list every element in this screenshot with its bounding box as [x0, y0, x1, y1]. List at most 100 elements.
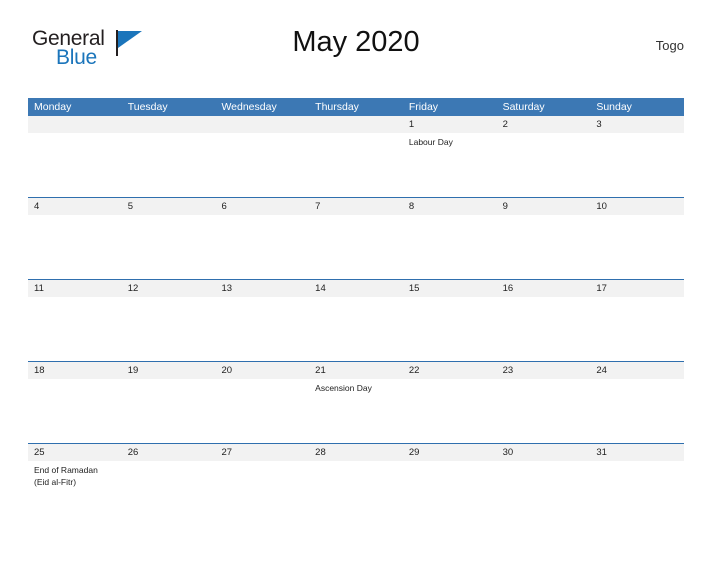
day-number[interactable]: 31 — [590, 444, 684, 461]
day-cell-empty — [590, 379, 684, 443]
day-number[interactable]: 20 — [215, 362, 309, 379]
day-cell-empty — [497, 215, 591, 279]
day-number[interactable]: 6 — [215, 198, 309, 215]
calendar-weekday-header: Monday Tuesday Wednesday Thursday Friday… — [28, 98, 684, 116]
day-cell-empty — [403, 297, 497, 361]
day-cell-empty — [497, 461, 591, 525]
day-cell-empty — [28, 379, 122, 443]
day-events[interactable]: Ascension Day — [309, 379, 403, 443]
day-cell-empty — [215, 215, 309, 279]
day-number-empty — [28, 116, 122, 133]
day-number[interactable]: 10 — [590, 198, 684, 215]
week-event-band: Ascension Day — [28, 379, 684, 443]
week-date-band: 25 26 27 28 29 30 31 — [28, 444, 684, 461]
event-label: Labour Day — [408, 137, 453, 147]
weekday-tuesday: Tuesday — [127, 101, 168, 113]
weekday-saturday: Saturday — [502, 101, 545, 113]
day-number[interactable]: 18 — [28, 362, 122, 379]
day-number[interactable]: 3 — [590, 116, 684, 133]
day-number[interactable]: 7 — [309, 198, 403, 215]
day-cell-empty — [215, 379, 309, 443]
day-number[interactable]: 8 — [403, 198, 497, 215]
week-date-band: 18 19 20 21 22 23 24 — [28, 362, 684, 379]
weekday-monday: Monday — [34, 101, 72, 113]
day-number[interactable]: 17 — [590, 280, 684, 297]
week-event-band: End of Ramadan (Eid al-Fitr) — [28, 461, 684, 525]
day-number[interactable]: 21 — [309, 362, 403, 379]
day-number[interactable]: 5 — [122, 198, 216, 215]
calendar-weeks: 1 2 3 Labour Day 4 5 6 7 8 9 10 11 12 13 14 15 16 17 18 19 2… — [28, 116, 684, 525]
event-label: (Eid al-Fitr) — [34, 477, 77, 487]
calendar-week-row: 18 19 20 21 22 23 24 Ascension Day — [28, 361, 684, 443]
day-cell-empty — [497, 379, 591, 443]
day-cell-empty — [497, 297, 591, 361]
day-cell-empty — [497, 133, 591, 197]
week-date-band: 123 — [28, 116, 684, 133]
day-number[interactable]: 11 — [28, 280, 122, 297]
day-cell-empty — [215, 461, 309, 525]
country-label: Togo — [655, 38, 684, 53]
day-number-empty — [309, 116, 403, 133]
page-title: May 2020 — [292, 26, 420, 58]
week-event-band — [28, 215, 684, 279]
day-cell-empty — [309, 461, 403, 525]
day-cell-empty — [309, 133, 403, 197]
day-cell-empty — [122, 215, 216, 279]
weekday-sunday: Sunday — [596, 101, 632, 113]
day-cell-empty — [122, 297, 216, 361]
week-date-band: 11 12 13 14 15 16 17 — [28, 280, 684, 297]
day-number-empty — [215, 116, 309, 133]
day-cell-empty — [28, 215, 122, 279]
week-date-band: 4 5 6 7 8 9 10 — [28, 198, 684, 215]
day-cell-empty — [590, 133, 684, 197]
day-cell-empty — [403, 379, 497, 443]
day-events[interactable]: End of Ramadan (Eid al-Fitr) — [28, 461, 122, 525]
day-number[interactable]: 14 — [309, 280, 403, 297]
day-number[interactable]: 13 — [215, 280, 309, 297]
day-number[interactable]: 23 — [497, 362, 591, 379]
day-number[interactable]: 15 — [403, 280, 497, 297]
day-cell-empty — [309, 297, 403, 361]
day-number-empty — [122, 116, 216, 133]
day-number[interactable]: 25 — [28, 444, 122, 461]
day-number[interactable]: 29 — [403, 444, 497, 461]
day-cell-empty — [590, 461, 684, 525]
day-number[interactable]: 1 — [403, 116, 497, 133]
day-cell-empty — [28, 297, 122, 361]
calendar-week-row: 4 5 6 7 8 9 10 — [28, 197, 684, 279]
weekday-wednesday: Wednesday — [221, 101, 277, 113]
event-label: End of Ramadan — [34, 465, 98, 475]
page-header: General Blue May 2020 Togo — [28, 20, 684, 76]
week-event-band: Labour Day — [28, 133, 684, 197]
day-cell-empty — [122, 379, 216, 443]
day-number[interactable]: 27 — [215, 444, 309, 461]
day-cell-empty — [215, 133, 309, 197]
day-cell-empty — [122, 133, 216, 197]
calendar-table: Monday Tuesday Wednesday Thursday Friday… — [28, 98, 684, 525]
day-cell-empty — [122, 461, 216, 525]
day-cell-empty — [403, 461, 497, 525]
day-number[interactable]: 30 — [497, 444, 591, 461]
week-event-band — [28, 297, 684, 361]
day-cell-empty — [590, 215, 684, 279]
day-number[interactable]: 9 — [497, 198, 591, 215]
day-number[interactable]: 4 — [28, 198, 122, 215]
day-events[interactable]: Labour Day — [403, 133, 497, 197]
day-number[interactable]: 28 — [309, 444, 403, 461]
day-number[interactable]: 2 — [497, 116, 591, 133]
event-label: Ascension Day — [315, 383, 372, 393]
weekday-friday: Friday — [408, 101, 439, 113]
day-number[interactable]: 26 — [122, 444, 216, 461]
day-number[interactable]: 24 — [590, 362, 684, 379]
day-cell-empty — [28, 133, 122, 197]
weekday-thursday: Thursday — [315, 101, 359, 113]
day-cell-empty — [215, 297, 309, 361]
day-cell-empty — [403, 215, 497, 279]
day-number[interactable]: 16 — [497, 280, 591, 297]
day-number[interactable]: 19 — [122, 362, 216, 379]
calendar-week-row: 11 12 13 14 15 16 17 — [28, 279, 684, 361]
day-number[interactable]: 22 — [403, 362, 497, 379]
day-cell-empty — [309, 215, 403, 279]
day-number[interactable]: 12 — [122, 280, 216, 297]
calendar-week-row: 25 26 27 28 29 30 31 End of Ramadan (Eid al-Fitr… — [28, 443, 684, 525]
